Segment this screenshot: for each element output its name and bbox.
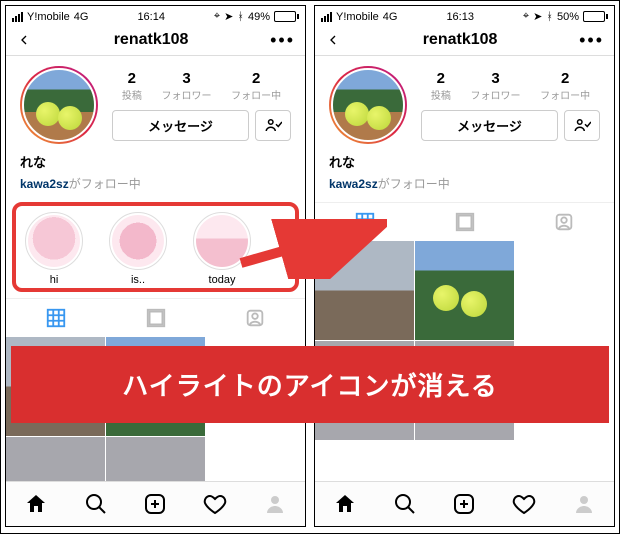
location-icon: ➤: [533, 10, 542, 23]
message-button[interactable]: メッセージ: [112, 110, 249, 141]
network-label: 4G: [74, 11, 89, 23]
nav-search[interactable]: [375, 482, 435, 526]
stat-posts[interactable]: 2投稿: [431, 70, 451, 102]
annotation-banner: ハイライトのアイコンが消える: [11, 346, 609, 423]
profile-tabs: [6, 298, 305, 337]
network-label: 4G: [383, 11, 398, 23]
status-bar: Y!mobile 4G 16:13 ⌖ ➤ ᚼ 50%: [315, 6, 614, 25]
bottom-nav: [315, 481, 614, 526]
battery-icon: [583, 11, 608, 22]
post-thumb[interactable]: [415, 241, 514, 340]
display-name: れな: [329, 152, 600, 171]
location-icon: ➤: [224, 10, 233, 23]
back-button[interactable]: [16, 32, 32, 48]
gps-icon: ⌖: [214, 10, 220, 23]
profile-avatar[interactable]: [329, 66, 407, 144]
nav-home[interactable]: [6, 482, 66, 526]
nav-home[interactable]: [315, 482, 375, 526]
nav-new-post[interactable]: [435, 482, 495, 526]
signal-icon: [12, 12, 23, 22]
stat-following[interactable]: 2フォロー中: [540, 70, 590, 102]
navbar: renatk108 •••: [6, 25, 305, 56]
bluetooth-icon: ᚼ: [546, 11, 553, 23]
highlight-item[interactable]: hi: [18, 212, 90, 286]
post-empty: [515, 241, 614, 340]
tab-tagged[interactable]: [514, 203, 614, 241]
tab-feed[interactable]: [415, 203, 515, 241]
tab-feed[interactable]: [106, 299, 206, 337]
profile-stats: 2投稿 3フォロワー 2フォロー中: [112, 70, 291, 102]
back-button[interactable]: [325, 32, 341, 48]
clock: 16:14: [137, 11, 165, 23]
nav-profile[interactable]: [554, 482, 614, 526]
highlight-item[interactable]: is..: [102, 212, 174, 286]
nav-activity[interactable]: [185, 482, 245, 526]
bluetooth-icon: ᚼ: [237, 11, 244, 23]
profile-avatar[interactable]: [20, 66, 98, 144]
tab-tagged[interactable]: [205, 299, 305, 337]
tab-grid[interactable]: [6, 299, 106, 337]
stat-following[interactable]: 2フォロー中: [231, 70, 281, 102]
followed-by: kawa2szがフォロー中: [315, 175, 614, 202]
nav-profile[interactable]: [245, 482, 305, 526]
annotation-arrow: [237, 219, 387, 279]
nav-new-post[interactable]: [126, 482, 186, 526]
nav-activity[interactable]: [494, 482, 554, 526]
page-title: renatk108: [114, 31, 189, 49]
follow-status-button[interactable]: [564, 110, 600, 141]
navbar: renatk108 •••: [315, 25, 614, 56]
clock: 16:13: [446, 11, 474, 23]
display-name: れな: [20, 152, 291, 171]
stat-posts[interactable]: 2投稿: [122, 70, 142, 102]
gps-icon: ⌖: [523, 10, 529, 23]
signal-icon: [321, 12, 332, 22]
status-bar: Y!mobile 4G 16:14 ⌖ ➤ ᚼ 49%: [6, 6, 305, 25]
stat-followers[interactable]: 3フォロワー: [161, 70, 211, 102]
stat-followers[interactable]: 3フォロワー: [470, 70, 520, 102]
battery-icon: [274, 11, 299, 22]
followed-by: kawa2szがフォロー中: [6, 175, 305, 202]
battery-pct: 50%: [557, 11, 579, 23]
battery-pct: 49%: [248, 11, 270, 23]
carrier-label: Y!mobile: [336, 11, 379, 23]
follow-status-button[interactable]: [255, 110, 291, 141]
message-button[interactable]: メッセージ: [421, 110, 558, 141]
carrier-label: Y!mobile: [27, 11, 70, 23]
page-title: renatk108: [423, 31, 498, 49]
bottom-nav: [6, 481, 305, 526]
nav-search[interactable]: [66, 482, 126, 526]
profile-stats: 2投稿 3フォロワー 2フォロー中: [421, 70, 600, 102]
